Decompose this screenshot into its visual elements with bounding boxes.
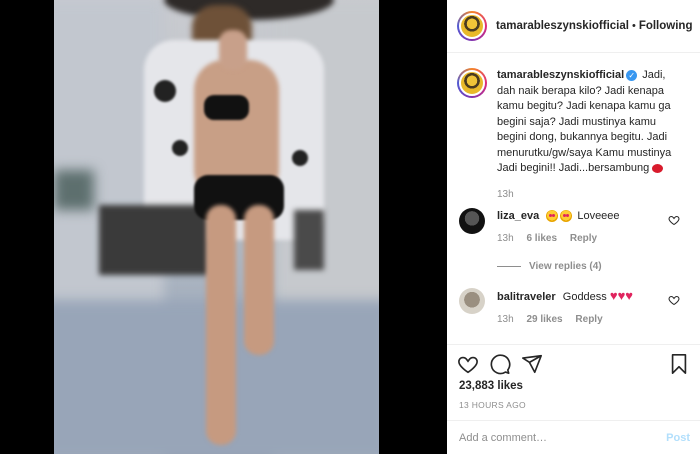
bookmark-icon[interactable] xyxy=(668,353,690,375)
comment-timestamp[interactable]: 13h xyxy=(497,233,514,244)
view-replies-button[interactable]: View replies (4) xyxy=(497,261,667,272)
kiss-emoji-icon xyxy=(652,163,664,173)
comment-icon[interactable] xyxy=(489,353,511,375)
post-author-username[interactable]: tamarableszynskiofficial xyxy=(496,20,629,32)
commenter-username[interactable]: liza_eva xyxy=(497,210,539,222)
comment-text: Goddess xyxy=(562,291,607,303)
red-heart-emoji-icon: ♥♥♥ xyxy=(609,288,634,303)
heart-icon[interactable] xyxy=(668,294,680,306)
comment-likes-count[interactable]: 29 likes xyxy=(526,314,562,325)
post-timestamp[interactable]: 13 HOURS AGO xyxy=(459,400,526,410)
commenter-avatar[interactable] xyxy=(459,208,485,234)
reply-button[interactable]: Reply xyxy=(570,233,597,244)
separator-dot: • xyxy=(631,20,636,32)
post-actions: 23,883 likes 13 HOURS AGO xyxy=(447,344,700,412)
caption-avatar[interactable] xyxy=(457,68,487,98)
commenter-avatar[interactable] xyxy=(459,288,485,314)
heart-icon[interactable] xyxy=(457,353,479,375)
caption-timestamp[interactable]: 13h xyxy=(497,189,514,200)
post-media[interactable] xyxy=(0,0,447,454)
following-button[interactable]: Following xyxy=(639,20,693,32)
post-comment-button[interactable]: Post xyxy=(666,432,690,444)
comment-timestamp[interactable]: 13h xyxy=(497,314,514,325)
heart-eyes-emoji-icon xyxy=(546,210,559,223)
post-caption: tamarableszynskiofficial ✓ Jadi, dah naik… xyxy=(457,68,692,202)
comment-text: Loveeee xyxy=(577,210,620,222)
commenter-username[interactable]: balitraveler xyxy=(497,291,556,303)
post-header: tamarableszynskiofficial • Following xyxy=(447,0,700,53)
avatar[interactable] xyxy=(457,11,487,41)
post-details-panel: tamarableszynskiofficial • Following tam… xyxy=(447,0,700,454)
heart-icon[interactable] xyxy=(668,214,680,226)
comment-input[interactable] xyxy=(459,431,667,444)
reply-button[interactable]: Reply xyxy=(575,314,602,325)
share-icon[interactable] xyxy=(521,353,543,375)
view-replies-label: View replies (4) xyxy=(529,261,602,272)
comments-list[interactable]: tamarableszynskiofficial ✓ Jadi, dah naik… xyxy=(447,54,700,344)
verified-badge-icon: ✓ xyxy=(626,69,638,81)
likes-count[interactable]: 23,883 likes xyxy=(459,380,523,392)
caption-text: Jadi, dah naik berapa kilo? Jadi kenapa … xyxy=(497,69,672,174)
add-comment-bar: Post xyxy=(447,420,700,454)
post-photo xyxy=(54,0,379,454)
caption-username[interactable]: tamarableszynskiofficial xyxy=(497,69,624,81)
heart-eyes-emoji-icon xyxy=(560,210,573,223)
replies-divider xyxy=(497,266,521,267)
comment-likes-count[interactable]: 6 likes xyxy=(526,233,557,244)
